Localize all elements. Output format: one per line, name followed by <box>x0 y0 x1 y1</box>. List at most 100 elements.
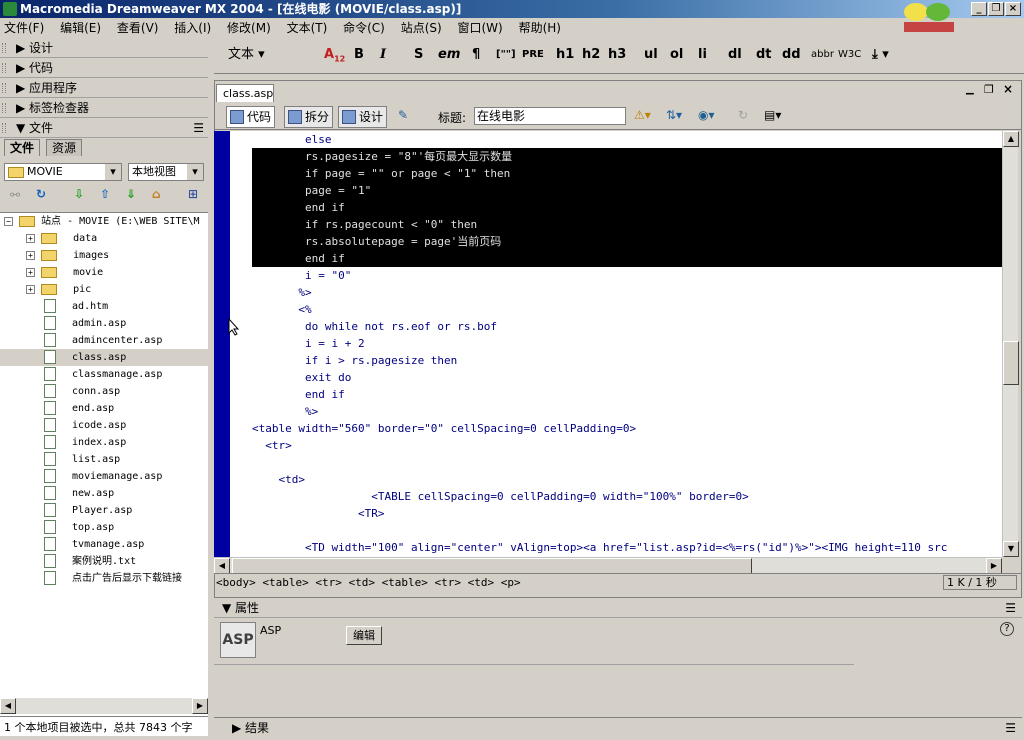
code-line[interactable]: %> <box>252 284 1002 301</box>
close-button[interactable]: × <box>1005 2 1021 16</box>
code-editor[interactable]: else rs.pagesize = "8"'每页最大显示数量 if page … <box>252 131 1002 557</box>
h2-button[interactable]: h2 <box>582 44 600 66</box>
folder-item[interactable]: + pic <box>0 281 208 298</box>
expand-icon[interactable]: + <box>26 233 35 243</box>
results-panel-header[interactable]: ▶ 结果 ☰ <box>214 717 1022 738</box>
code-line[interactable]: i = "0" <box>252 267 1002 284</box>
panel-design-header[interactable]: ▶ 设计 <box>0 38 208 58</box>
download-icon[interactable]: ⤓ ▾ <box>872 44 889 66</box>
restore-button[interactable]: ❐ <box>988 2 1004 16</box>
file-item[interactable]: conn.asp <box>0 383 208 400</box>
view-options-icon[interactable]: ▤▾ <box>764 108 781 122</box>
code-line[interactable]: <TR> <box>252 505 1002 522</box>
scroll-left-button[interactable]: ◀ <box>214 558 230 574</box>
code-line[interactable]: end if <box>252 250 1002 267</box>
expand-icon[interactable]: + <box>26 250 35 260</box>
code-line[interactable]: rs.pagesize = "8"'每页最大显示数量 <box>252 148 1002 165</box>
panel-options-icon[interactable]: ☰ <box>193 118 204 138</box>
menu-modify[interactable]: 修改(M) <box>227 21 271 35</box>
file-item[interactable]: new.asp <box>0 485 208 502</box>
doc-restore-button[interactable]: ❐ <box>984 83 994 96</box>
grip-icon[interactable] <box>2 63 6 73</box>
font-tag-icon[interactable]: A12 <box>324 44 345 66</box>
ol-button[interactable]: ol <box>670 44 683 66</box>
code-line[interactable] <box>252 522 1002 539</box>
grip-icon[interactable] <box>2 43 6 53</box>
italic-button[interactable]: I <box>380 44 386 66</box>
put-files-icon[interactable]: ⇧ <box>100 187 110 201</box>
grip-icon[interactable] <box>2 83 6 93</box>
menu-help[interactable]: 帮助(H) <box>519 21 561 35</box>
chevron-down-icon[interactable]: ▾ <box>105 164 121 180</box>
file-item[interactable]: classmanage.asp <box>0 366 208 383</box>
preview-browser-icon[interactable]: ◉▾ <box>698 108 715 122</box>
file-item[interactable]: icode.asp <box>0 417 208 434</box>
dl-button[interactable]: dl <box>728 44 742 66</box>
folder-item[interactable]: + images <box>0 247 208 264</box>
file-item[interactable]: 点击广告后显示下载链接 <box>0 570 208 587</box>
grip-icon[interactable] <box>2 123 6 133</box>
strong-button[interactable]: S <box>414 44 423 66</box>
panel-files-header[interactable]: ▼ 文件 ☰ <box>0 118 208 138</box>
scroll-right-button[interactable]: ▶ <box>986 558 1002 574</box>
scroll-down-button[interactable]: ▼ <box>1003 541 1019 557</box>
code-line[interactable]: if page = "" or page < "1" then <box>252 165 1002 182</box>
panel-code-header[interactable]: ▶ 代码 <box>0 58 208 78</box>
menu-view[interactable]: 查看(V) <box>117 21 159 35</box>
file-item[interactable]: admincenter.asp <box>0 332 208 349</box>
folder-item[interactable]: + data <box>0 230 208 247</box>
file-item[interactable]: ad.htm <box>0 298 208 315</box>
check-out-icon[interactable]: ⇓ <box>126 187 136 201</box>
code-line[interactable]: exit do <box>252 369 1002 386</box>
design-view-button[interactable]: 设计 <box>338 106 388 128</box>
refresh-icon[interactable]: ↻ <box>36 187 46 201</box>
folder-item[interactable]: + movie <box>0 264 208 281</box>
properties-header[interactable]: ▼ 属性 ☰ <box>214 598 1022 618</box>
code-line[interactable]: <TABLE cellSpacing=0 cellPadding=0 width… <box>252 488 1002 505</box>
minimize-button[interactable]: _ <box>971 2 987 16</box>
panel-taginspector-header[interactable]: ▶ 标签检查器 <box>0 98 208 118</box>
code-line[interactable]: %> <box>252 403 1002 420</box>
code-line[interactable]: i = i + 2 <box>252 335 1002 352</box>
blockquote-button[interactable]: [""] <box>496 44 516 66</box>
file-item[interactable]: class.asp <box>0 349 208 366</box>
code-line[interactable]: end if <box>252 386 1002 403</box>
hscroll-thumb[interactable] <box>232 558 752 574</box>
document-tab[interactable]: class.asp <box>216 84 274 102</box>
code-line[interactable]: <table width="560" border="0" cellSpacin… <box>252 420 1002 437</box>
scroll-thumb[interactable] <box>1003 341 1019 385</box>
acronym-button[interactable]: W3C <box>838 44 861 66</box>
code-view-button[interactable]: 代码 <box>226 106 276 128</box>
panel-app-header[interactable]: ▶ 应用程序 <box>0 78 208 98</box>
ul-button[interactable]: ul <box>644 44 658 66</box>
collapse-icon[interactable]: − <box>4 216 13 226</box>
expand-icon[interactable]: + <box>26 284 35 294</box>
code-hscrollbar[interactable]: ◀ ▶ <box>214 557 1002 574</box>
tag-selector[interactable]: <body> <table> <tr> <td> <table> <tr> <t… <box>214 573 1022 591</box>
h3-button[interactable]: h3 <box>608 44 626 66</box>
code-line[interactable]: page = "1" <box>252 182 1002 199</box>
li-button[interactable]: li <box>698 44 707 66</box>
bold-button[interactable]: B <box>354 44 364 66</box>
split-view-button[interactable]: 拆分 <box>284 106 334 128</box>
view-select[interactable]: 本地视图 ▾ <box>128 163 204 181</box>
file-item[interactable]: list.asp <box>0 451 208 468</box>
em-button[interactable]: em <box>438 44 460 66</box>
code-line[interactable]: if i > rs.pagesize then <box>252 352 1002 369</box>
dd-button[interactable]: dd <box>782 44 801 66</box>
paragraph-button[interactable]: ¶ <box>472 44 480 66</box>
get-files-icon[interactable]: ⇩ <box>74 187 84 201</box>
file-item[interactable]: end.asp <box>0 400 208 417</box>
file-item[interactable]: top.asp <box>0 519 208 536</box>
site-root[interactable]: − 站点 - MOVIE (E:\WEB SITE\M <box>0 213 208 230</box>
code-line[interactable]: <TD width="100" align="center" vAlign=to… <box>252 539 1002 556</box>
connect-icon[interactable]: ⚯ <box>10 188 20 202</box>
code-line[interactable]: end if <box>252 199 1002 216</box>
menu-edit[interactable]: 编辑(E) <box>60 21 101 35</box>
help-icon[interactable]: ? <box>1000 622 1014 636</box>
tab-files[interactable]: 文件 <box>4 139 41 156</box>
h1-button[interactable]: h1 <box>556 44 574 66</box>
grip-icon[interactable] <box>2 103 6 113</box>
menu-insert[interactable]: 插入(I) <box>174 21 211 35</box>
file-item[interactable]: index.asp <box>0 434 208 451</box>
